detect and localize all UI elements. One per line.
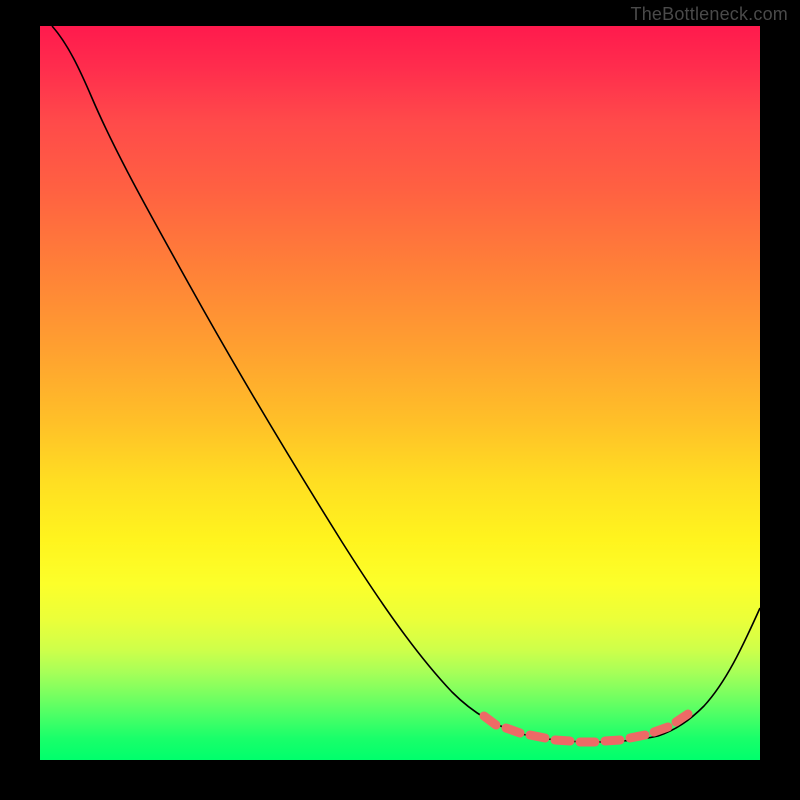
chart-svg [40,26,760,760]
plot-area [40,26,760,760]
optimal-zone-ticks [484,714,688,742]
bottleneck-curve [52,26,760,742]
watermark-text: TheBottleneck.com [631,4,788,25]
